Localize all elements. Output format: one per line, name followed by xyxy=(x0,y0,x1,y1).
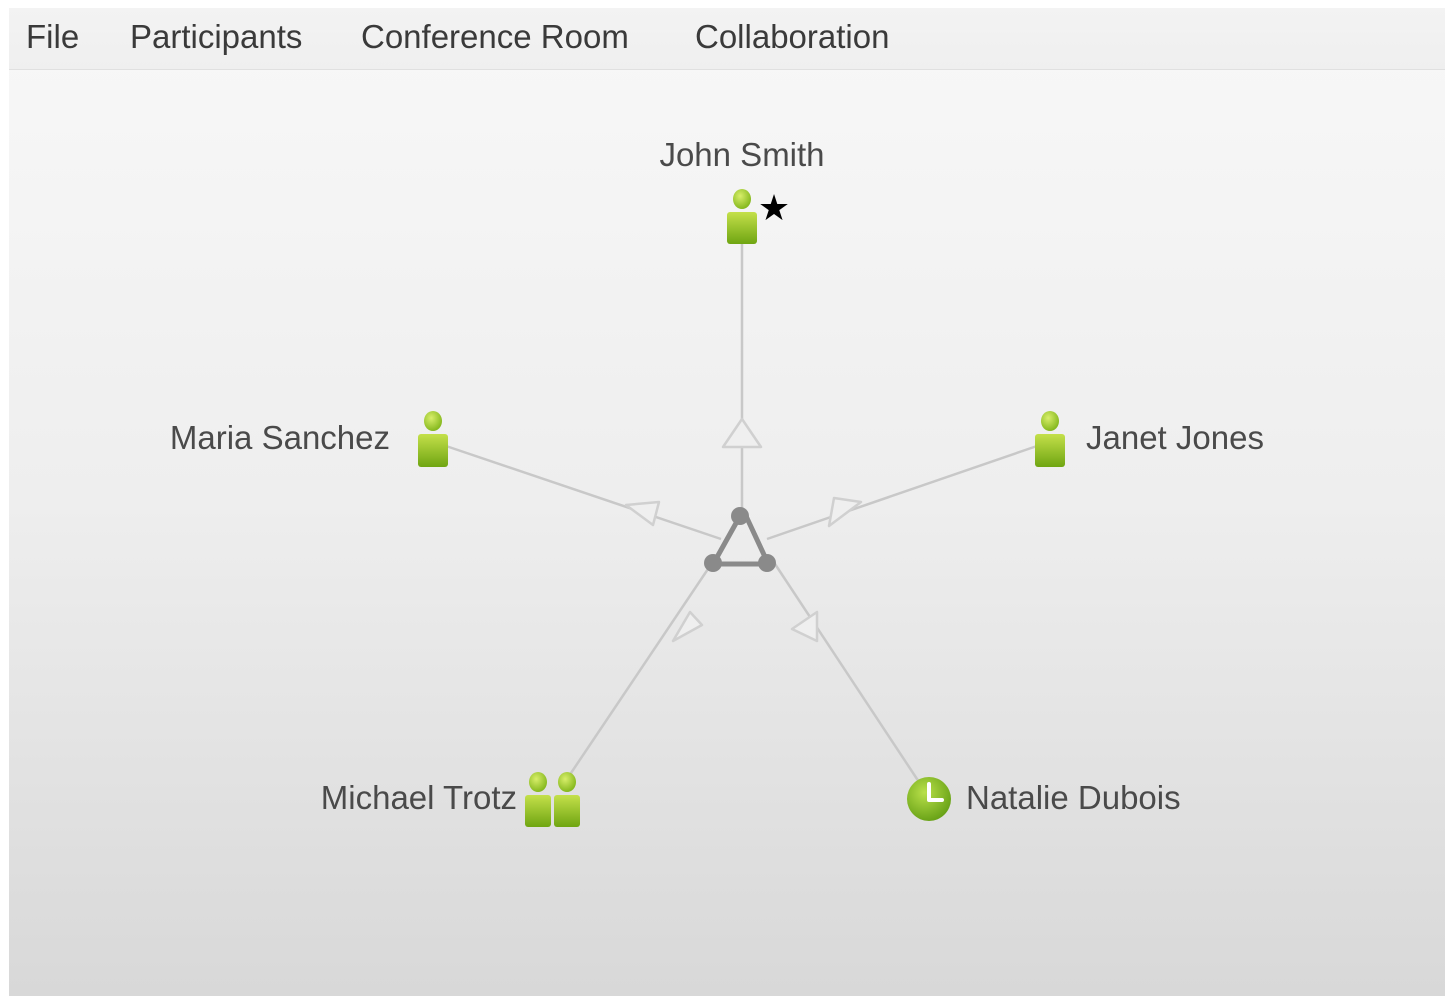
arrow-icon xyxy=(790,610,819,643)
single-user-icon xyxy=(418,411,448,467)
single-user-icon xyxy=(727,189,757,244)
clock-icon xyxy=(907,777,951,821)
participant-michael-trotz[interactable]: Michael Trotz xyxy=(321,772,580,827)
arrow-icon xyxy=(721,417,763,449)
arrow-icon xyxy=(624,500,661,527)
participant-janet-jones[interactable]: Janet Jones xyxy=(1035,411,1264,467)
conference-graph: John Smith ★ Janet Jones Natalie Dubois xyxy=(170,136,1264,827)
participant-natalie-dubois[interactable]: Natalie Dubois xyxy=(907,777,1181,821)
connector-natalie-dubois xyxy=(773,563,921,783)
participant-name: Michael Trotz xyxy=(321,779,517,816)
participant-john-smith[interactable]: John Smith ★ xyxy=(659,136,825,244)
conference-app: File Participants Conference Room Collab… xyxy=(9,8,1445,996)
participant-maria-sanchez[interactable]: Maria Sanchez xyxy=(170,411,448,467)
star-icon: ★ xyxy=(758,188,790,229)
connector-michael-trotz xyxy=(567,565,712,777)
participant-name: John Smith xyxy=(659,136,824,173)
participant-name: Maria Sanchez xyxy=(170,419,390,456)
direction-arrows xyxy=(624,417,863,643)
conference-hub-icon[interactable] xyxy=(704,507,776,572)
group-users-icon xyxy=(525,772,580,827)
connector-maria-sanchez xyxy=(445,444,722,541)
single-user-icon xyxy=(1035,411,1065,467)
arrow-icon xyxy=(827,496,863,528)
connector-janet-jones xyxy=(766,444,1038,541)
participant-name: Natalie Dubois xyxy=(966,779,1181,816)
participant-name: Janet Jones xyxy=(1086,419,1264,456)
